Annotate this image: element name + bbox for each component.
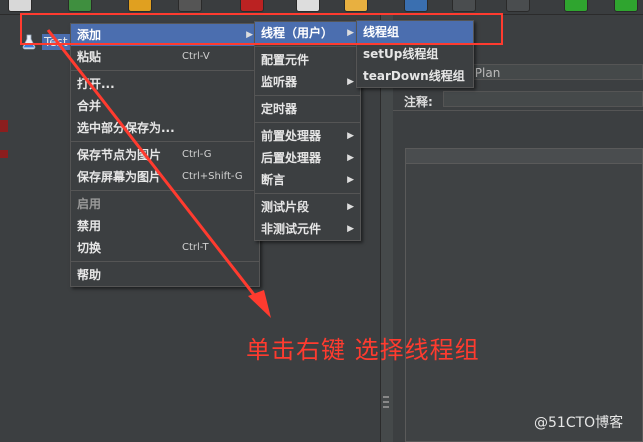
expand-icon[interactable] xyxy=(404,0,428,12)
menu-separator xyxy=(71,261,259,262)
context-menu-item[interactable]: 启用 xyxy=(71,193,259,215)
submenu-arrow-icon: ▶ xyxy=(347,77,354,87)
context-menu-item-label: 粘贴 xyxy=(77,50,102,64)
add-submenu-item-label: 配置元件 xyxy=(261,53,310,67)
add-submenu-item-label: 定时器 xyxy=(261,102,298,116)
thread-submenu-item-label: setUp线程组 xyxy=(363,47,439,61)
toggle-icon[interactable] xyxy=(506,0,530,12)
context-menu-item-label: 帮助 xyxy=(77,268,102,282)
add-submenu-item-label: 线程（用户） xyxy=(261,26,334,40)
splitter-grip[interactable] xyxy=(383,406,389,408)
menu-separator xyxy=(255,95,360,96)
menu-separator xyxy=(255,122,360,123)
paste-icon[interactable] xyxy=(344,0,368,12)
thread-submenu-item-label: 线程组 xyxy=(363,25,400,39)
context-menu-item-label: 打开... xyxy=(77,77,115,91)
add-submenu-item[interactable]: 配置元件 xyxy=(255,49,360,71)
context-menu-item-label: 选中部分保存为... xyxy=(77,121,175,135)
context-menu-item-label: 启用 xyxy=(77,197,102,211)
cut-icon[interactable] xyxy=(240,0,264,12)
context-menu-item[interactable]: 保存屏幕为图片 Ctrl+Shift-G xyxy=(71,166,259,188)
add-submenu-item[interactable]: 测试片段 ▶ xyxy=(255,196,360,218)
comment-field[interactable] xyxy=(443,91,643,107)
submenu-arrow-icon: ▶ xyxy=(347,28,354,38)
toolbar xyxy=(0,0,643,15)
new-icon[interactable] xyxy=(8,0,32,12)
collapse-icon[interactable] xyxy=(452,0,476,12)
add-submenu-item[interactable]: 前置处理器 ▶ xyxy=(255,125,360,147)
context-menu-item[interactable]: 保存节点为图片 Ctrl-G xyxy=(71,144,259,166)
submenu-arrow-icon: ▶ xyxy=(347,175,354,185)
submenu-arrow-icon: ▶ xyxy=(347,224,354,234)
copy-icon[interactable] xyxy=(296,0,320,12)
context-menu-item[interactable]: 添加 ▶ xyxy=(71,24,259,46)
add-submenu-item-label: 前置处理器 xyxy=(261,129,322,143)
annotation-text: 单击右键 选择线程组 xyxy=(246,336,480,364)
context-menu-item-label: 添加 xyxy=(77,28,102,42)
context-menu-item[interactable]: 粘贴 Ctrl-V xyxy=(71,46,259,68)
user-variables-table[interactable] xyxy=(405,148,643,442)
add-submenu-item-label: 非测试元件 xyxy=(261,222,322,236)
menu-separator xyxy=(71,70,259,71)
add-submenu-item-label: 后置处理器 xyxy=(261,151,322,165)
templates-icon[interactable] xyxy=(68,0,92,12)
add-submenu-item[interactable]: 断言 ▶ xyxy=(255,169,360,191)
add-submenu: 线程（用户） ▶ 配置元件 监听器 ▶ 定时器 前置处理器 ▶ 后置处理器 ▶ 断言 ▶ 测试片段 ▶ 非测… xyxy=(254,21,361,241)
submenu-arrow-icon: ▶ xyxy=(347,131,354,141)
name-field[interactable]: st Plan xyxy=(455,64,643,80)
window-edge xyxy=(0,150,8,158)
table-header xyxy=(406,149,642,164)
splitter-grip[interactable] xyxy=(383,401,389,403)
menu-separator xyxy=(255,46,360,47)
context-menu-item-label: 合并 xyxy=(77,99,102,113)
context-menu: 添加 ▶ 粘贴 Ctrl-V 打开... 合并选中部分保存为... 保存节点为图片 Ctrl-… xyxy=(70,23,260,287)
shortcut-label: Ctrl-V xyxy=(182,51,210,62)
watermark: @51CTO博客 xyxy=(534,415,624,431)
add-submenu-item[interactable]: 监听器 ▶ xyxy=(255,71,360,93)
comment-label: 注释: xyxy=(404,95,433,109)
thread-submenu: 线程组 setUp线程组 tearDown线程组 xyxy=(356,20,474,88)
start-icon[interactable] xyxy=(564,0,588,12)
thread-submenu-item[interactable]: setUp线程组 xyxy=(357,43,473,65)
context-menu-item-label: 保存节点为图片 xyxy=(77,148,162,162)
add-submenu-item-label: 测试片段 xyxy=(261,200,310,214)
menu-separator xyxy=(71,190,259,191)
context-menu-item[interactable]: 合并 xyxy=(71,95,259,117)
submenu-arrow-icon: ▶ xyxy=(246,30,253,40)
context-menu-item-label: 保存屏幕为图片 xyxy=(77,170,162,184)
shortcut-label: Ctrl-T xyxy=(182,242,209,253)
context-menu-item[interactable]: 打开... xyxy=(71,73,259,95)
add-submenu-item-label: 监听器 xyxy=(261,75,298,89)
add-submenu-item[interactable]: 线程（用户） ▶ xyxy=(255,22,360,44)
thread-submenu-item-label: tearDown线程组 xyxy=(363,69,465,83)
add-submenu-item[interactable]: 定时器 xyxy=(255,98,360,120)
context-menu-item[interactable]: 禁用 xyxy=(71,215,259,237)
menu-separator xyxy=(255,193,360,194)
start-no-pause-icon[interactable] xyxy=(614,0,638,12)
context-menu-item[interactable]: 选中部分保存为... xyxy=(71,117,259,139)
add-submenu-item[interactable]: 后置处理器 ▶ xyxy=(255,147,360,169)
thread-submenu-item[interactable]: tearDown线程组 xyxy=(357,65,473,87)
context-menu-item[interactable]: 切换 Ctrl-T xyxy=(71,237,259,259)
open-icon[interactable] xyxy=(128,0,152,12)
context-menu-item-label: 禁用 xyxy=(77,219,102,233)
context-menu-item[interactable]: 帮助 xyxy=(71,264,259,286)
submenu-arrow-icon: ▶ xyxy=(347,202,354,212)
shortcut-label: Ctrl+Shift-G xyxy=(182,171,243,182)
divider xyxy=(393,110,643,111)
thread-submenu-item[interactable]: 线程组 xyxy=(357,21,473,43)
context-menu-item-label: 切换 xyxy=(77,241,102,255)
window-edge xyxy=(0,120,8,132)
save-icon[interactable] xyxy=(178,0,202,12)
shortcut-label: Ctrl-G xyxy=(182,149,212,160)
menu-separator xyxy=(71,141,259,142)
add-submenu-item-label: 断言 xyxy=(261,173,286,187)
splitter-grip[interactable] xyxy=(383,396,389,398)
add-submenu-item[interactable]: 非测试元件 ▶ xyxy=(255,218,360,240)
flask-icon xyxy=(22,34,36,50)
submenu-arrow-icon: ▶ xyxy=(347,153,354,163)
